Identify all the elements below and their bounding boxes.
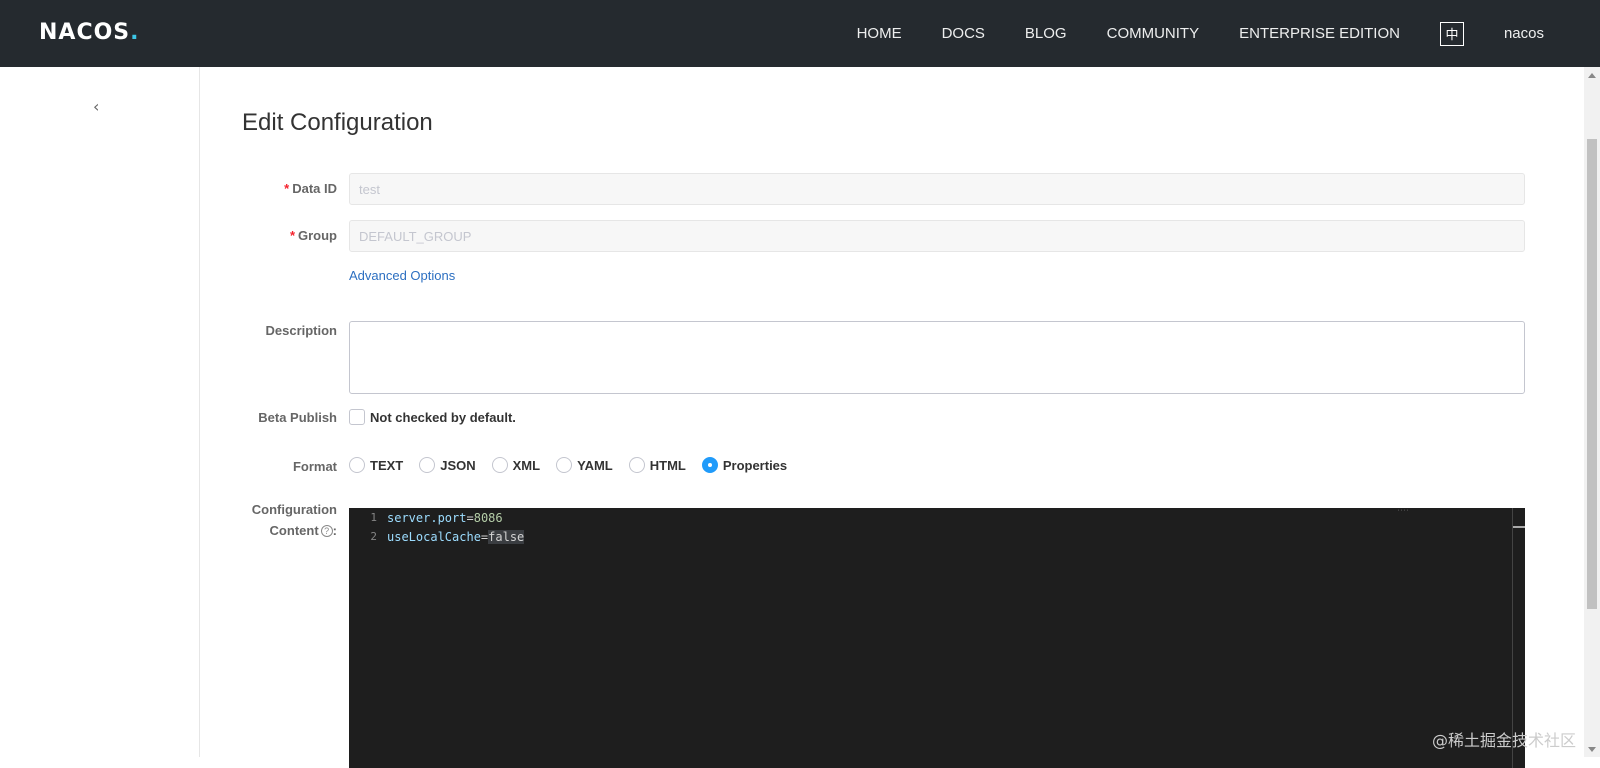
group-row: * Group bbox=[242, 220, 337, 247]
required-marker: * bbox=[289, 228, 295, 243]
advanced-options-link[interactable]: Advanced Options bbox=[349, 268, 455, 283]
nav-docs[interactable]: DOCS bbox=[942, 25, 985, 42]
format-option-html[interactable]: HTML bbox=[628, 457, 686, 473]
sidebar: ‹ bbox=[0, 67, 200, 757]
nav-enterprise-edition[interactable]: ENTERPRISE EDITION bbox=[1239, 25, 1400, 42]
format-option-xml[interactable]: XML bbox=[491, 457, 540, 473]
description-label: Description bbox=[265, 323, 337, 338]
format-label: Format bbox=[292, 459, 337, 474]
format-option-json[interactable]: JSON bbox=[419, 457, 476, 473]
nav-home[interactable]: HOME bbox=[857, 25, 902, 42]
scroll-up-icon[interactable] bbox=[1588, 73, 1596, 78]
minimap-text: ···· bbox=[1397, 508, 1410, 514]
data-id-row: * Data ID bbox=[242, 173, 337, 200]
editor-minimap-slider[interactable] bbox=[1513, 526, 1525, 528]
language-toggle-button[interactable]: 中 bbox=[1439, 21, 1464, 46]
config-content-label: Configuration Content?: bbox=[251, 502, 337, 538]
required-marker: * bbox=[284, 181, 290, 196]
help-icon[interactable]: ? bbox=[320, 525, 333, 538]
code-editor[interactable]: ···· 1 server.port=8086 2 useLocalCache=… bbox=[349, 508, 1525, 768]
scroll-thumb[interactable] bbox=[1587, 139, 1597, 609]
user-menu[interactable]: nacos bbox=[1504, 25, 1544, 42]
beta-publish-row: Beta Publish bbox=[242, 408, 337, 429]
group-input[interactable]: DEFAULT_GROUP bbox=[349, 220, 1525, 252]
description-row: Description bbox=[242, 321, 337, 342]
beta-publish-label: Beta Publish bbox=[258, 410, 337, 425]
format-option-yaml[interactable]: YAML bbox=[556, 457, 613, 473]
nacos-logo[interactable]: NACOS. bbox=[39, 20, 140, 45]
watermark: @稀土掘金技术社区 bbox=[1432, 731, 1577, 750]
chevron-left-icon[interactable]: ‹ bbox=[93, 97, 107, 116]
format-radio-group: TEXT JSON XML YAML HTML Properties bbox=[349, 457, 787, 473]
data-id-label: * Data ID bbox=[284, 181, 337, 196]
config-content-row: Configuration Content?: bbox=[242, 500, 337, 542]
format-option-text[interactable]: TEXT bbox=[349, 457, 403, 473]
description-textarea[interactable] bbox=[349, 321, 1525, 394]
beta-publish-checkbox[interactable] bbox=[349, 409, 365, 425]
code-line: 1 server.port=8086 bbox=[370, 510, 503, 525]
format-option-properties[interactable]: Properties bbox=[701, 457, 787, 473]
page-title: Edit Configuration bbox=[242, 109, 433, 136]
page-scrollbar[interactable] bbox=[1584, 67, 1600, 757]
nav-community[interactable]: COMMUNITY bbox=[1107, 25, 1200, 42]
nav-menu: HOME DOCS BLOG COMMUNITY ENTERPRISE EDIT… bbox=[857, 0, 1544, 67]
data-id-input[interactable]: test bbox=[349, 173, 1525, 205]
beta-publish-hint: Not checked by default. bbox=[370, 409, 516, 425]
nav-blog[interactable]: BLOG bbox=[1025, 25, 1067, 42]
top-navbar: NACOS. HOME DOCS BLOG COMMUNITY ENTERPRI… bbox=[0, 0, 1600, 67]
format-row: Format bbox=[242, 457, 337, 478]
scroll-down-icon[interactable] bbox=[1588, 747, 1596, 752]
code-line: 2 useLocalCache=false bbox=[370, 529, 525, 544]
group-label: * Group bbox=[289, 228, 337, 243]
